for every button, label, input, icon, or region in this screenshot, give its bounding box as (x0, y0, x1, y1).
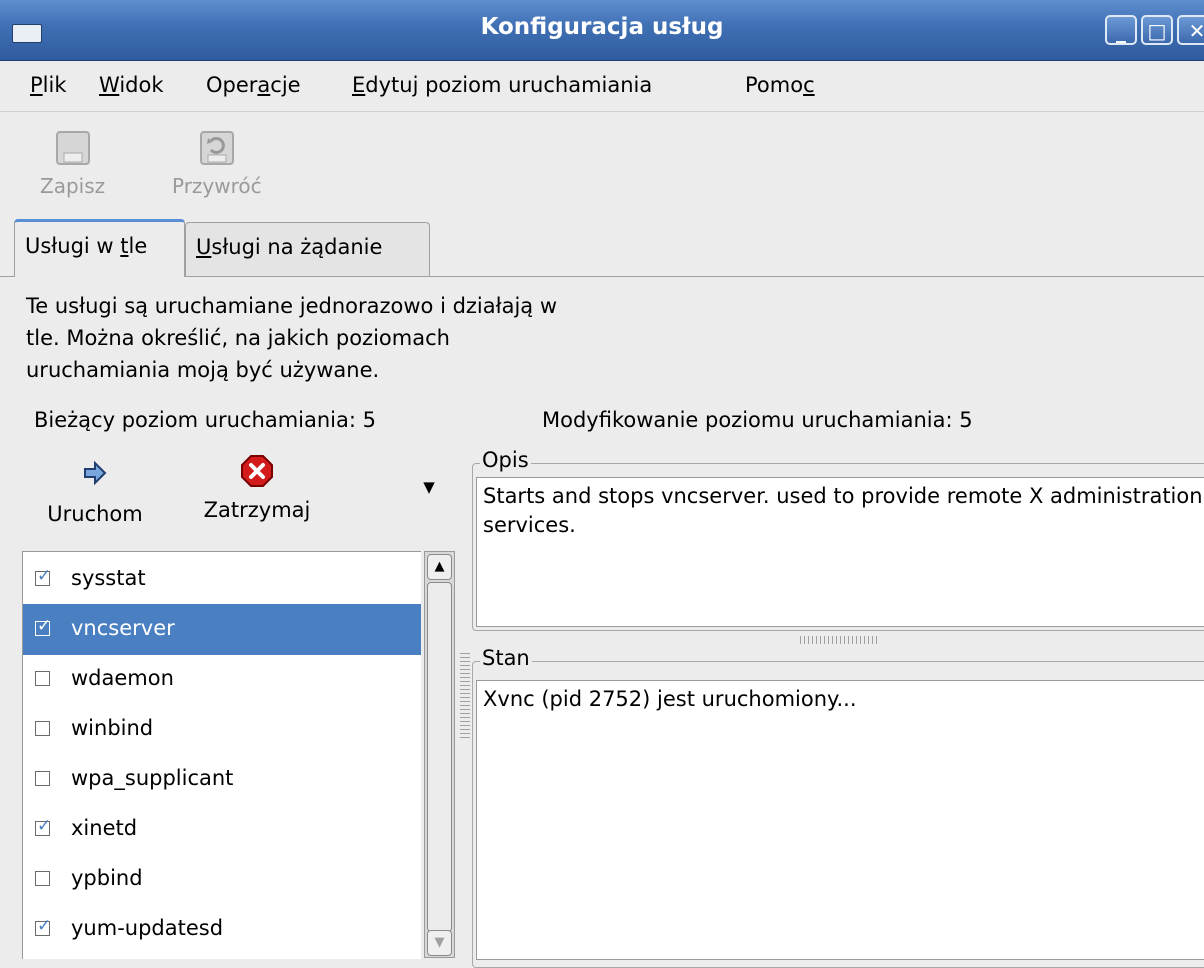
service-row[interactable]: ypbind (23, 854, 421, 905)
service-name: sysstat (71, 566, 146, 590)
menu-bar: Plik Widok Operacje Edytuj poziom urucha… (0, 61, 1204, 112)
menu-operacje[interactable]: Operacje (206, 73, 301, 97)
arrow-right-icon (84, 460, 107, 486)
description-frame-label: Opis (480, 448, 531, 472)
service-checkbox[interactable]: ✓ (35, 916, 51, 936)
checkmark-icon: ✓ (37, 916, 52, 936)
service-row[interactable]: winbind (23, 704, 421, 755)
service-name: wdaemon (71, 666, 174, 690)
maximize-button[interactable]: □ (1141, 15, 1173, 45)
service-row[interactable]: ✓ xinetd (23, 804, 421, 855)
pane-splitter-vertical[interactable] (460, 650, 470, 738)
service-name: yum-updatesd (71, 916, 224, 940)
tab-on-demand-services[interactable]: Usługi na żądanie (185, 222, 430, 276)
service-name: winbind (71, 716, 154, 740)
window-title: Konfiguracja usług (480, 14, 724, 40)
service-checkbox[interactable]: ✓ (35, 816, 51, 836)
overflow-menu-arrow-icon[interactable]: ▼ (414, 478, 444, 496)
save-icon (55, 131, 90, 165)
service-list: ✓ sysstat ✓ vncserver wdaemon winbind wpa_supp… (22, 551, 421, 959)
status-text: Xvnc (pid 2752) jest uruchomiony... (476, 680, 1204, 960)
checkmark-icon: ✓ (37, 566, 52, 586)
revert-label: Przywróć (172, 174, 262, 198)
service-row[interactable]: ✓ sysstat (23, 554, 421, 605)
service-name: vncserver (71, 616, 175, 640)
service-name: ypbind (71, 866, 143, 890)
save-label: Zapisz (40, 174, 106, 198)
service-checkbox[interactable] (35, 771, 50, 786)
status-frame-label: Stan (480, 646, 532, 670)
scroll-up-arrow-icon[interactable]: ▲ (427, 554, 452, 580)
service-row[interactable]: wpa_supplicant (23, 754, 421, 805)
title-bar[interactable]: Konfiguracja usług _ □ ✕ (0, 0, 1204, 61)
menu-widok[interactable]: Widok (99, 73, 164, 97)
service-checkbox[interactable] (35, 671, 50, 686)
tab-description: Te usługi są uruchamiane jednorazowo i d… (26, 294, 558, 382)
description-text: Starts and stops vncserver. used to prov… (476, 477, 1204, 627)
service-name: wpa_supplicant (71, 766, 234, 790)
service-checkbox[interactable] (35, 721, 50, 736)
service-row[interactable]: ✓ vncserver (23, 604, 421, 655)
service-checkbox[interactable] (35, 871, 50, 886)
scroll-down-arrow-icon[interactable]: ▼ (427, 930, 452, 956)
service-name: xinetd (71, 816, 138, 840)
menu-edytuj-poziom[interactable]: Edytuj poziom uruchamiania (352, 73, 652, 97)
current-runlevel: Bieżący poziom uruchamiania: 5 (34, 408, 376, 432)
edit-runlevel: Modyfikowanie poziomu uruchamiania: 5 (542, 408, 973, 432)
menu-pomoc[interactable]: Pomoc (745, 73, 815, 97)
service-list-scrollbar[interactable]: ▲ ▼ (424, 551, 455, 958)
start-button[interactable]: Uruchom (40, 460, 150, 526)
revert-button[interactable]: Przywróć (172, 128, 262, 198)
scrollbar-thumb[interactable] (427, 582, 452, 932)
checkmark-icon: ✓ (37, 816, 52, 836)
service-row[interactable]: ✓ yum-updatesd (23, 904, 421, 955)
service-checkbox[interactable]: ✓ (35, 566, 51, 586)
stop-button[interactable]: Zatrzymaj (182, 454, 332, 522)
service-row[interactable]: wdaemon (23, 654, 421, 705)
minimize-button[interactable]: _ (1105, 15, 1137, 45)
save-button[interactable]: Zapisz (40, 128, 105, 198)
tab-background-services[interactable]: Usługi w tle (14, 219, 185, 277)
service-actions-toolbar: Uruchom Zatrzymaj ▼ (14, 440, 459, 545)
close-button[interactable]: ✕ (1177, 15, 1204, 45)
service-checkbox[interactable]: ✓ (35, 616, 51, 636)
menu-plik[interactable]: Plik (30, 73, 67, 97)
pane-splitter-horizontal[interactable] (800, 636, 880, 644)
revert-icon (199, 131, 234, 165)
checkmark-icon: ✓ (37, 616, 52, 636)
stop-icon (241, 455, 273, 487)
